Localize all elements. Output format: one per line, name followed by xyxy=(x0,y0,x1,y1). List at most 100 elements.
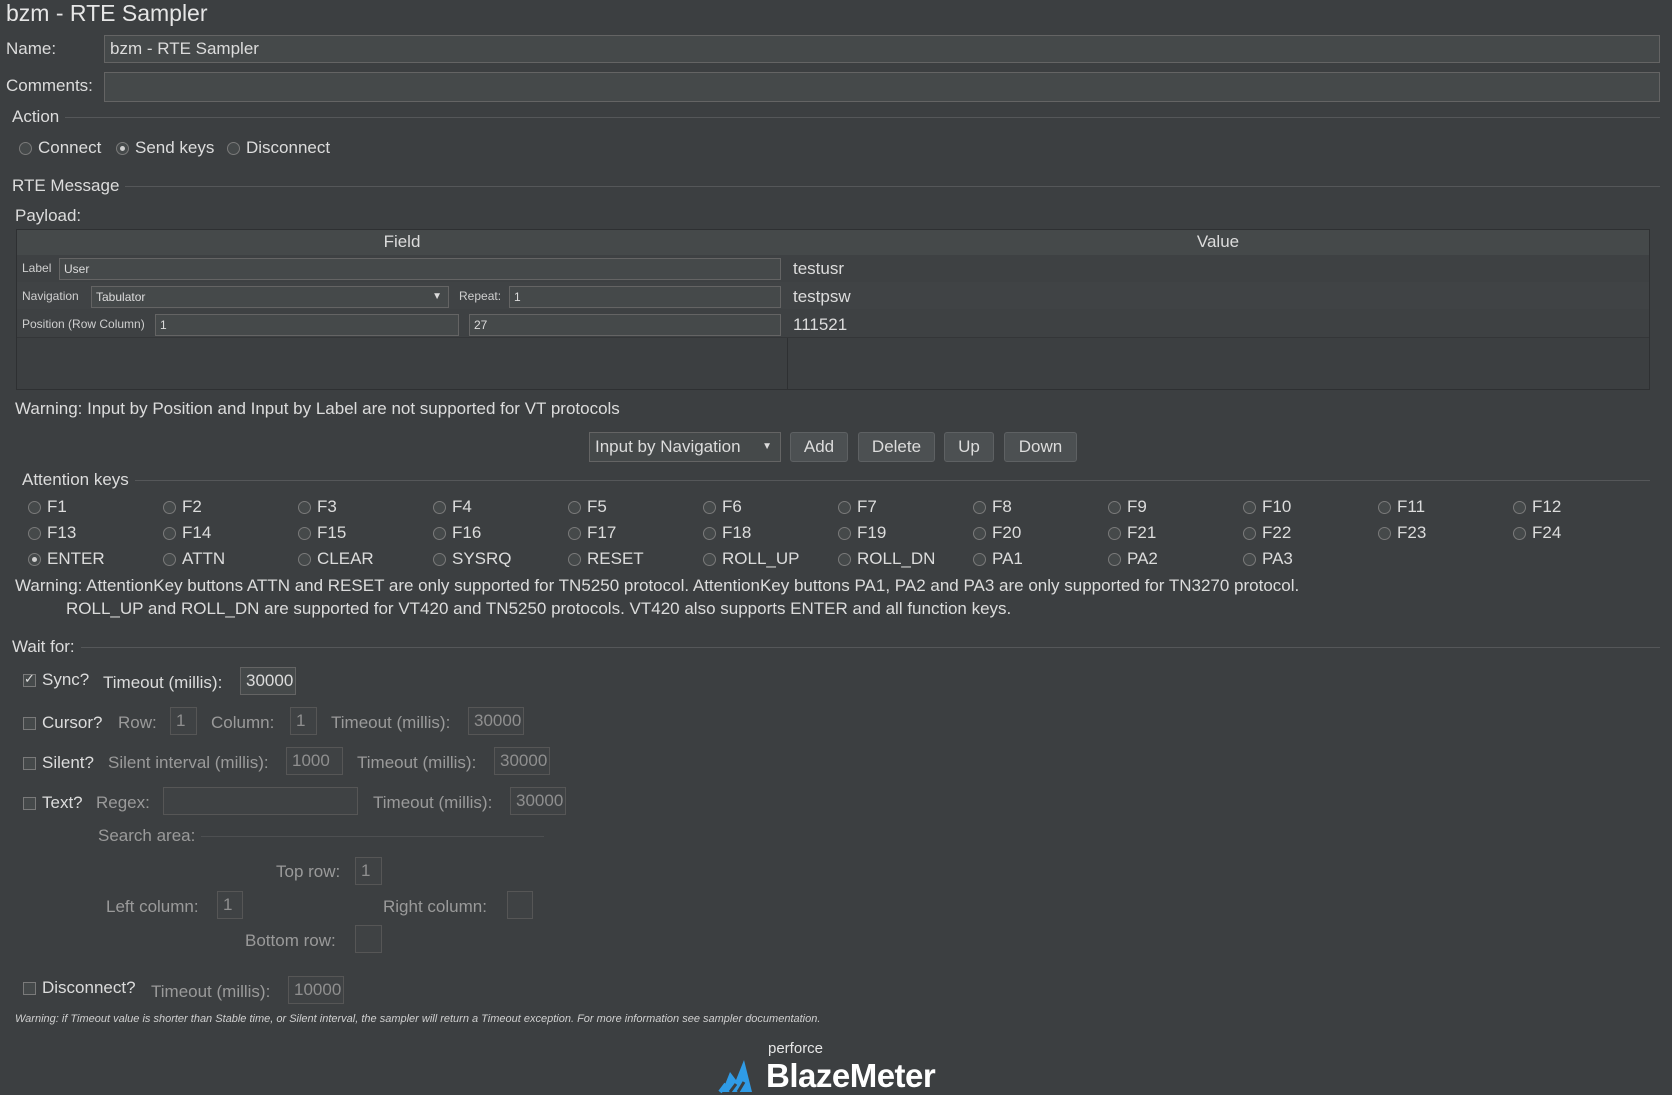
attention-key-radio[interactable] xyxy=(1108,526,1121,540)
left-column-input[interactable]: 1 xyxy=(217,891,243,919)
text-timeout-input[interactable]: 30000 xyxy=(510,787,566,815)
text-regex-input[interactable] xyxy=(163,787,358,815)
attention-key-f6[interactable]: F6 xyxy=(703,497,742,517)
attention-key-f7[interactable]: F7 xyxy=(838,497,877,517)
attention-key-radio[interactable] xyxy=(838,526,851,540)
row-value[interactable]: 111521 xyxy=(793,315,847,335)
attention-key-radio[interactable] xyxy=(1243,526,1256,540)
attention-key-f17[interactable]: F17 xyxy=(568,523,616,543)
attention-key-radio[interactable] xyxy=(28,500,41,514)
cursor-row-input[interactable]: 1 xyxy=(170,707,197,735)
disconnect-option[interactable]: Disconnect? xyxy=(23,978,136,998)
attention-key-f5[interactable]: F5 xyxy=(568,497,607,517)
attention-key-f4[interactable]: F4 xyxy=(433,497,472,517)
silent-interval-input[interactable]: 1000 xyxy=(286,747,343,775)
attention-key-f1[interactable]: F1 xyxy=(28,497,67,517)
attention-key-f12[interactable]: F12 xyxy=(1513,497,1561,517)
attention-key-attn[interactable]: ATTN xyxy=(163,549,225,569)
send-keys-radio[interactable] xyxy=(116,141,129,155)
action-disconnect[interactable]: Disconnect xyxy=(227,138,330,158)
row-value[interactable]: testpsw xyxy=(793,287,851,307)
attention-key-roll_dn[interactable]: ROLL_DN xyxy=(838,549,935,569)
disconnect-radio[interactable] xyxy=(227,141,240,155)
down-button[interactable]: Down xyxy=(1004,432,1077,462)
disconnect-checkbox[interactable] xyxy=(23,981,36,995)
attention-key-radio[interactable] xyxy=(973,500,986,514)
disconnect-timeout-input[interactable]: 10000 xyxy=(288,976,344,1004)
attention-key-radio[interactable] xyxy=(703,526,716,540)
attention-key-pa3[interactable]: PA3 xyxy=(1243,549,1293,569)
attention-key-radio[interactable] xyxy=(838,500,851,514)
attention-key-radio[interactable] xyxy=(1378,500,1391,514)
value-column-header[interactable]: Value xyxy=(787,230,1649,256)
attention-key-f8[interactable]: F8 xyxy=(973,497,1012,517)
silent-timeout-input[interactable]: 30000 xyxy=(494,747,550,775)
input-mode-dropdown[interactable]: Input by Navigation ▼ xyxy=(589,432,781,462)
cursor-timeout-input[interactable]: 30000 xyxy=(468,707,524,735)
attention-key-f9[interactable]: F9 xyxy=(1108,497,1147,517)
comments-input[interactable] xyxy=(104,72,1660,102)
right-column-input[interactable] xyxy=(507,891,533,919)
attention-key-radio[interactable] xyxy=(298,552,311,566)
sync-checkbox[interactable] xyxy=(23,671,36,687)
attention-key-radio[interactable] xyxy=(1513,526,1526,540)
field-column-header[interactable]: Field xyxy=(17,230,788,256)
attention-key-radio[interactable] xyxy=(163,500,176,514)
text-checkbox[interactable] xyxy=(23,796,36,810)
attention-key-radio[interactable] xyxy=(1108,552,1121,566)
attention-key-f16[interactable]: F16 xyxy=(433,523,481,543)
attention-key-f22[interactable]: F22 xyxy=(1243,523,1291,543)
attention-key-pa1[interactable]: PA1 xyxy=(973,549,1023,569)
position-column-input[interactable]: 27 xyxy=(469,314,781,336)
attention-key-roll_up[interactable]: ROLL_UP xyxy=(703,549,799,569)
silent-option[interactable]: Silent? xyxy=(23,753,94,773)
attention-key-radio[interactable] xyxy=(433,552,446,566)
connect-radio[interactable] xyxy=(19,141,32,155)
attention-key-f3[interactable]: F3 xyxy=(298,497,337,517)
cursor-option[interactable]: Cursor? xyxy=(23,713,102,733)
text-option[interactable]: Text? xyxy=(23,793,83,813)
attention-key-enter[interactable]: ENTER xyxy=(28,549,105,569)
attention-key-radio[interactable] xyxy=(703,552,716,566)
cursor-column-input[interactable]: 1 xyxy=(290,707,317,735)
cursor-checkbox[interactable] xyxy=(23,716,36,730)
row-value[interactable]: testusr xyxy=(793,259,844,279)
attention-key-radio[interactable] xyxy=(1378,526,1391,540)
attention-key-radio[interactable] xyxy=(163,552,176,566)
bottom-row-input[interactable] xyxy=(355,925,382,953)
attention-key-f18[interactable]: F18 xyxy=(703,523,751,543)
attention-key-reset[interactable]: RESET xyxy=(568,549,644,569)
navigation-type-dropdown[interactable]: Tabulator ▼ xyxy=(91,286,449,308)
attention-key-pa2[interactable]: PA2 xyxy=(1108,549,1158,569)
action-connect[interactable]: Connect xyxy=(19,138,101,158)
attention-key-radio[interactable] xyxy=(568,526,581,540)
attention-key-radio[interactable] xyxy=(1108,500,1121,514)
attention-key-f19[interactable]: F19 xyxy=(838,523,886,543)
attention-key-f15[interactable]: F15 xyxy=(298,523,346,543)
attention-key-f24[interactable]: F24 xyxy=(1513,523,1561,543)
attention-key-radio[interactable] xyxy=(1243,552,1256,566)
attention-key-radio[interactable] xyxy=(838,552,851,566)
top-row-input[interactable]: 1 xyxy=(355,857,382,885)
attention-key-f23[interactable]: F23 xyxy=(1378,523,1426,543)
attention-key-radio[interactable] xyxy=(568,552,581,566)
attention-key-f14[interactable]: F14 xyxy=(163,523,211,543)
attention-key-radio[interactable] xyxy=(298,526,311,540)
attention-key-radio[interactable] xyxy=(433,526,446,540)
delete-button[interactable]: Delete xyxy=(858,432,935,462)
position-row-input[interactable]: 1 xyxy=(155,314,459,336)
sync-option[interactable]: Sync? xyxy=(23,670,89,690)
attention-key-f11[interactable]: F11 xyxy=(1378,497,1425,517)
attention-key-f10[interactable]: F10 xyxy=(1243,497,1291,517)
attention-key-radio[interactable] xyxy=(28,526,41,540)
attention-key-radio[interactable] xyxy=(973,552,986,566)
attention-key-radio[interactable] xyxy=(1243,500,1256,514)
silent-checkbox[interactable] xyxy=(23,756,36,770)
attention-key-radio[interactable] xyxy=(298,500,311,514)
attention-key-radio[interactable] xyxy=(163,526,176,540)
repeat-input[interactable]: 1 xyxy=(509,286,781,308)
attention-key-clear[interactable]: CLEAR xyxy=(298,549,374,569)
attention-key-radio[interactable] xyxy=(1513,500,1526,514)
attention-key-f13[interactable]: F13 xyxy=(28,523,76,543)
up-button[interactable]: Up xyxy=(944,432,994,462)
